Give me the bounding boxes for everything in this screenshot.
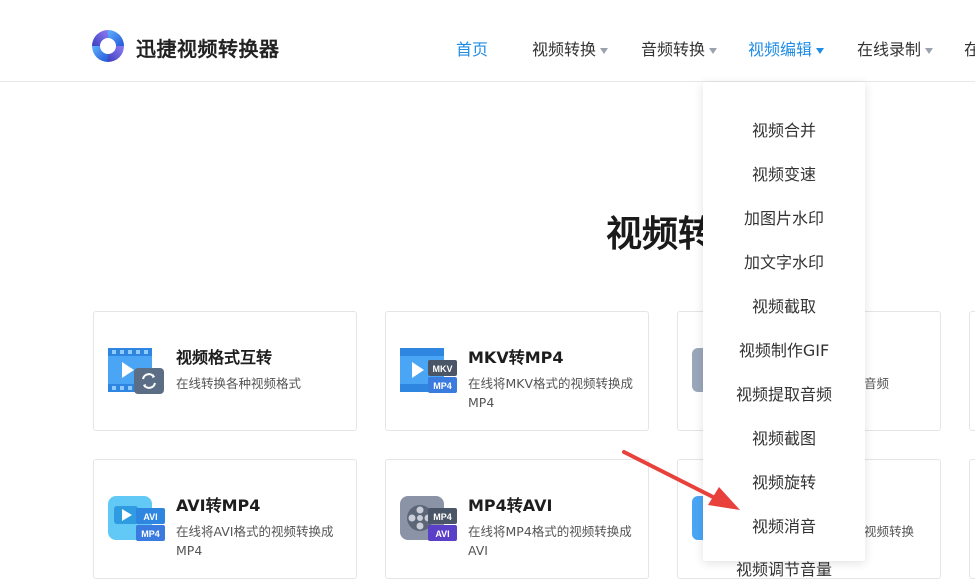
chevron-down-icon [816, 47, 825, 54]
nav-video-edit[interactable]: 视频编辑 [748, 36, 825, 60]
mp4-to-avi-icon: MP4 AVI [400, 496, 457, 541]
card-title: MP4转AVI [468, 496, 553, 515]
brand-name[interactable]: 迅捷视频转换器 [136, 33, 280, 62]
chevron-down-icon [709, 47, 718, 54]
dropdown-item-merge[interactable]: 视频合并 [703, 117, 865, 141]
page-heading: 视频转 [606, 214, 715, 255]
dropdown-item-extract-audio[interactable]: 视频提取音频 [703, 381, 865, 405]
nav-online-record[interactable]: 在线录制 [857, 36, 934, 60]
video-convert-icon [108, 348, 164, 394]
nav-video-convert[interactable]: 视频转换 [532, 36, 609, 60]
tool-card-avi-to-mp4[interactable]: AVI MP4 AVI转MP4 在线将AVI格式的视频转换成MP4 [93, 459, 357, 579]
nav-more-cut-label: 在 [964, 40, 975, 59]
svg-text:AVI: AVI [143, 512, 157, 522]
tool-card-offscreen[interactable] [969, 311, 975, 431]
dropdown-item-screenshot[interactable]: 视频截图 [703, 425, 865, 449]
tool-card-mp4-to-avi[interactable]: MP4 AVI MP4转AVI 在线将MP4格式的视频转换成AVI [385, 459, 649, 579]
svg-text:AVI: AVI [435, 529, 449, 539]
nav-video-edit-label: 视频编辑 [748, 40, 813, 59]
tool-card-mkv-to-mp4[interactable]: MKV MP4 MKV转MP4 在线将MKV格式的视频转换成MP4 [385, 311, 649, 431]
nav-audio-convert-label: 音频转换 [641, 40, 706, 59]
card-description: 视频转换 [864, 524, 915, 539]
mkv-to-mp4-icon: MKV MP4 [400, 348, 457, 393]
dropdown-item-speed[interactable]: 视频变速 [703, 161, 865, 185]
card-description: 在线转换各种视频格式 [176, 376, 302, 391]
svg-text:MKV: MKV [433, 364, 453, 374]
card-title: 视频格式互转 [176, 348, 273, 367]
dropdown-item-mute[interactable]: 视频消音 [703, 513, 865, 537]
nav-home-label: 首页 [456, 40, 489, 59]
dropdown-item-image-watermark[interactable]: 加图片水印 [703, 205, 865, 229]
card-description: 在线将AVI格式的视频转换成MP4 [176, 524, 334, 558]
svg-text:MP4: MP4 [141, 529, 160, 539]
site-header: 迅捷视频转换器 首页 视频转换 音频转换 视频编辑 在线录制 在 [0, 0, 975, 82]
tool-card-video-convert[interactable]: 视频格式互转 在线转换各种视频格式 [93, 311, 357, 431]
card-description: 音频 [864, 376, 890, 391]
dropdown-item-make-gif[interactable]: 视频制作GIF [703, 337, 865, 361]
dropdown-item-trim[interactable]: 视频截取 [703, 293, 865, 317]
card-title: AVI转MP4 [176, 496, 261, 515]
card-title: MKV转MP4 [468, 348, 564, 367]
chevron-down-icon [600, 47, 609, 54]
nav-audio-convert[interactable]: 音频转换 [641, 36, 718, 60]
dropdown-item-text-watermark[interactable]: 加文字水印 [703, 249, 865, 273]
nav-video-convert-label: 视频转换 [532, 40, 597, 59]
nav-online-record-label: 在线录制 [857, 40, 922, 59]
avi-to-mp4-icon: AVI MP4 [108, 496, 165, 541]
tool-card-offscreen[interactable] [969, 459, 975, 579]
nav-home[interactable]: 首页 [456, 36, 488, 60]
card-description: 在线将MP4格式的视频转换成AVI [468, 524, 632, 558]
nav-more-cut[interactable]: 在 [964, 36, 975, 60]
dropdown-item-volume[interactable]: 视频调节音量 [703, 556, 865, 580]
chevron-down-icon [925, 47, 934, 54]
svg-text:MP4: MP4 [433, 381, 452, 391]
svg-text:MP4: MP4 [433, 512, 452, 522]
brand-logo-icon[interactable] [90, 28, 126, 64]
card-description: 在线将MKV格式的视频转换成MP4 [468, 376, 634, 410]
video-edit-dropdown: 视频合并 视频变速 加图片水印 加文字水印 视频截取 视频制作GIF 视频提取音… [703, 82, 865, 579]
dropdown-item-rotate[interactable]: 视频旋转 [703, 469, 865, 493]
